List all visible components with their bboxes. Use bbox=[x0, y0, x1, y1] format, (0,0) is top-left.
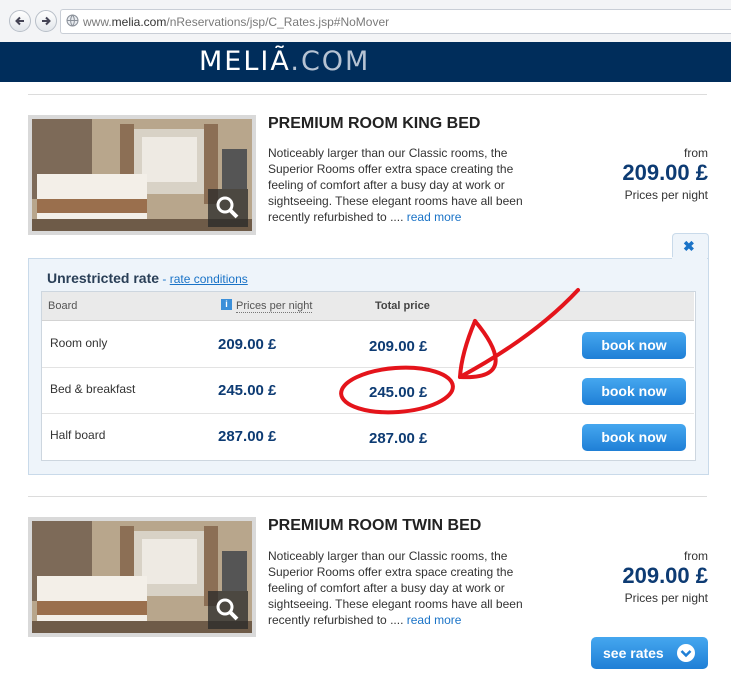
room-description: Noticeably larger than our Classic rooms… bbox=[268, 146, 523, 224]
info-icon[interactable]: i bbox=[221, 299, 232, 310]
chevron-down-icon bbox=[677, 644, 695, 662]
divider bbox=[28, 94, 707, 95]
close-icon[interactable]: ✖ bbox=[683, 238, 695, 255]
total-price: 287.00 £ bbox=[369, 430, 428, 447]
divider bbox=[28, 496, 707, 497]
room-description: Noticeably larger than our Classic rooms… bbox=[268, 549, 523, 627]
url-text: www.melia.com/nReservations/jsp/C_Rates.… bbox=[83, 15, 390, 29]
room-photo[interactable] bbox=[28, 517, 256, 637]
annotation-circle-arrow bbox=[339, 288, 580, 415]
read-more-link[interactable]: read more bbox=[407, 613, 462, 627]
globe-icon bbox=[66, 14, 79, 27]
from-label: from bbox=[684, 146, 708, 160]
rate-conditions-link[interactable]: rate conditions bbox=[170, 272, 248, 286]
see-rates-button[interactable]: see rates bbox=[591, 637, 708, 669]
book-now-button[interactable]: book now bbox=[582, 378, 686, 405]
column-header-per-night[interactable]: Prices per night bbox=[236, 300, 313, 313]
room-price: 209.00 £ bbox=[622, 160, 708, 185]
back-arrow-icon bbox=[15, 16, 24, 26]
price-per-night: 209.00 £ bbox=[218, 336, 277, 353]
column-header-board: Board bbox=[48, 300, 78, 312]
room-price: 209.00 £ bbox=[622, 563, 708, 588]
forward-button[interactable] bbox=[35, 10, 57, 32]
price-per-night: 245.00 £ bbox=[218, 382, 277, 399]
magnifier-icon bbox=[216, 196, 239, 219]
forward-arrow-icon bbox=[42, 16, 51, 26]
room-photo[interactable] bbox=[28, 115, 256, 235]
zoom-button[interactable] bbox=[208, 189, 248, 227]
book-now-button[interactable]: book now bbox=[582, 332, 686, 359]
board-type: Room only bbox=[50, 336, 108, 350]
board-type: Bed & breakfast bbox=[50, 382, 136, 396]
site-logo[interactable]: MELIÃ.COM bbox=[199, 46, 370, 77]
magnifier-icon bbox=[216, 598, 239, 621]
price-note: Prices per night bbox=[624, 591, 708, 605]
rates-title: Unrestricted rate - rate conditions bbox=[47, 270, 248, 286]
from-label: from bbox=[684, 549, 708, 563]
zoom-button[interactable] bbox=[208, 591, 248, 629]
price-per-night: 287.00 £ bbox=[218, 428, 277, 445]
room-title: PREMIUM ROOM TWIN BED bbox=[268, 517, 482, 534]
price-note: Prices per night bbox=[624, 188, 708, 202]
room-title: PREMIUM ROOM KING BED bbox=[268, 115, 481, 132]
board-type: Half board bbox=[50, 428, 106, 442]
book-now-button[interactable]: book now bbox=[582, 424, 686, 451]
back-button[interactable] bbox=[9, 10, 31, 32]
see-rates-label: see rates bbox=[603, 645, 664, 661]
read-more-link[interactable]: read more bbox=[407, 210, 462, 224]
